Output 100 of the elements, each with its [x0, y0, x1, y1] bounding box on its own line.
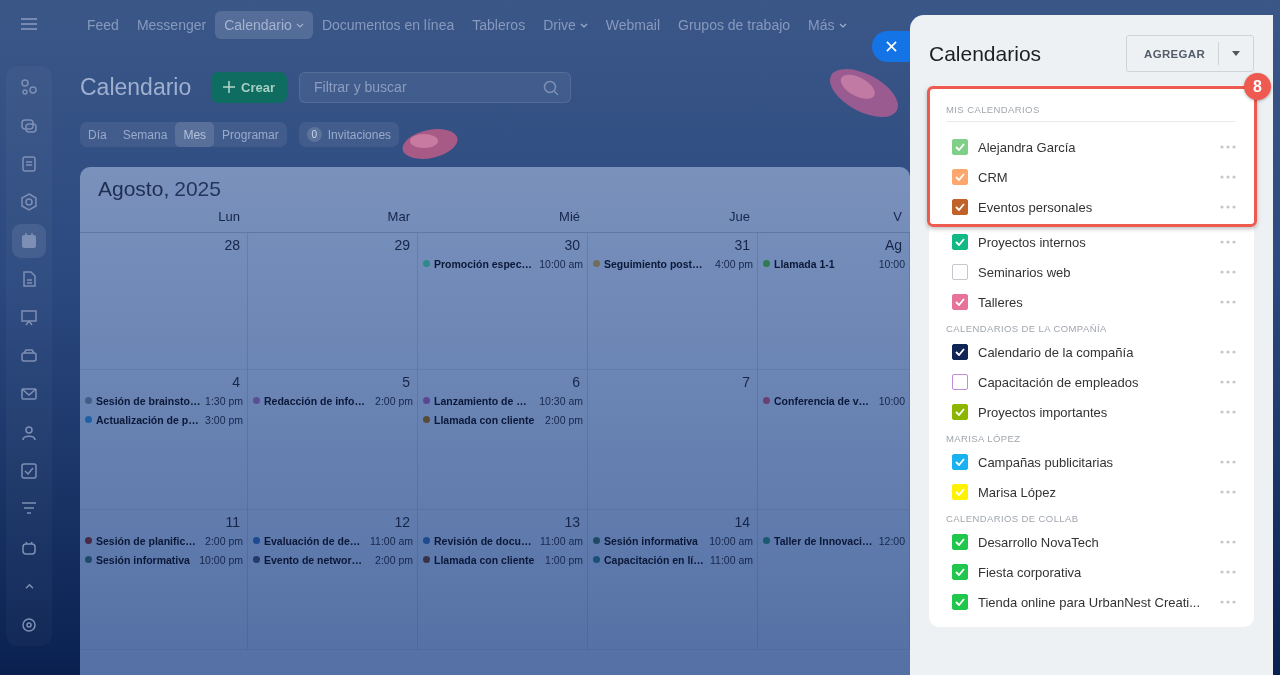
event-item[interactable]: Redacción de info… 2:00 pm — [253, 391, 417, 410]
more-icon[interactable] — [1220, 380, 1236, 384]
event-item[interactable]: Promoción espec… 10:00 am — [423, 254, 587, 273]
view-tab[interactable]: Día — [80, 122, 115, 147]
day-number: 29 — [394, 237, 410, 253]
checkbox[interactable] — [952, 374, 968, 390]
document-icon — [20, 154, 38, 173]
calendar-item[interactable]: Proyectos importantes — [946, 397, 1236, 427]
chat-icon — [20, 116, 38, 135]
day-number: 14 — [734, 514, 750, 530]
caret-up-icon — [24, 582, 34, 590]
day-number: 5 — [402, 374, 410, 390]
calendar-item[interactable]: CRM — [946, 162, 1236, 192]
more-icon[interactable] — [1220, 205, 1236, 209]
calendar-item[interactable]: Fiesta corporativa — [946, 557, 1236, 587]
weekday-label: Jue — [588, 205, 758, 233]
sidebar-item[interactable] — [12, 223, 46, 258]
event-item[interactable]: Llamada con cliente 1:00 pm — [423, 550, 587, 569]
nav-tab[interactable]: Grupos de trabajo — [669, 11, 800, 39]
checkbox[interactable] — [952, 344, 968, 360]
checkbox[interactable] — [952, 404, 968, 420]
calendar-item[interactable]: Calendario de la compañía — [946, 337, 1236, 367]
event-item[interactable]: Llamada 1-1 10:00 — [763, 254, 909, 273]
more-icon[interactable] — [1220, 540, 1236, 544]
nav-tab[interactable]: Más — [799, 11, 856, 39]
event-item[interactable]: Conferencia de v… 10:00 — [763, 391, 909, 410]
checkbox[interactable] — [952, 139, 968, 155]
event-item[interactable]: Lanzamiento de … 10:30 am — [423, 391, 587, 410]
check-icon — [955, 408, 965, 416]
checkbox[interactable] — [952, 454, 968, 470]
nav-tab[interactable]: Documentos en línea — [312, 11, 464, 39]
more-icon[interactable] — [1220, 175, 1236, 179]
checkbox[interactable] — [952, 169, 968, 185]
weekday-label: Mié — [418, 205, 588, 233]
calendar-icon — [20, 231, 38, 250]
nav-tab[interactable]: Tableros — [463, 11, 535, 39]
checkbox[interactable] — [952, 564, 968, 580]
more-icon[interactable] — [1220, 350, 1236, 354]
more-icon[interactable] — [1220, 460, 1236, 464]
more-icon[interactable] — [1220, 570, 1236, 574]
nav-tab[interactable]: Webmail — [596, 11, 669, 39]
event-item[interactable]: Sesión informativa 10:00 pm — [85, 550, 247, 569]
calendar-item[interactable]: Tienda online para UrbanNest Creati... — [946, 587, 1236, 617]
add-button[interactable]: AGREGAR — [1127, 42, 1219, 65]
section-heading: CALENDARIOS DE COLLAB — [946, 512, 1080, 526]
calendar-item[interactable]: Talleres — [946, 287, 1236, 317]
share-icon — [20, 78, 38, 97]
panel-title: Calendarios — [929, 41, 1042, 66]
day-number: 4 — [232, 374, 240, 390]
more-icon[interactable] — [1220, 145, 1236, 149]
more-icon[interactable] — [1220, 300, 1236, 304]
checkbox[interactable] — [952, 594, 968, 610]
day-number: 12 — [394, 514, 410, 530]
view-tab[interactable]: Mes — [175, 122, 215, 147]
calendar-item[interactable]: Marisa López — [946, 477, 1236, 507]
checkbox[interactable] — [952, 294, 968, 310]
more-icon[interactable] — [1220, 240, 1236, 244]
event-item[interactable]: Evaluación de de… 11:00 am — [253, 531, 417, 550]
event-item[interactable]: Sesión informativa 10:00 am — [593, 531, 757, 550]
more-icon[interactable] — [1220, 410, 1236, 414]
more-icon[interactable] — [1220, 490, 1236, 494]
view-tab[interactable]: Semana — [114, 122, 176, 147]
contacts-icon — [20, 423, 38, 442]
event-item[interactable]: Sesión de planific… 2:00 pm — [85, 531, 247, 550]
event-item[interactable]: Capacitación en lí… 11:00 am — [593, 550, 757, 569]
more-icon[interactable] — [1220, 600, 1236, 604]
task-icon — [20, 462, 38, 481]
nav-tab[interactable]: Feed — [78, 11, 128, 39]
event-item[interactable]: Evento de networ… 2:00 pm — [253, 550, 417, 569]
event-item[interactable]: Sesión de brainsto… 1:30 pm — [85, 391, 247, 410]
check-icon — [955, 538, 965, 546]
day-number: Ag — [884, 237, 902, 253]
day-number: 13 — [564, 514, 580, 530]
weekday-label: Mar — [248, 205, 418, 233]
year-label: 2025 — [174, 177, 221, 200]
calendar-item[interactable]: Proyectos internos — [946, 227, 1236, 257]
create-button[interactable]: Crear — [211, 71, 287, 103]
gear-icon — [20, 615, 38, 634]
nav-tab[interactable]: Calendario — [215, 11, 313, 39]
event-item[interactable]: Actualización de p… 3:00 pm — [85, 410, 247, 429]
calendar-item[interactable]: Desarrollo NovaTech — [946, 527, 1236, 557]
nav-tab[interactable]: Drive — [534, 11, 597, 39]
calendar-item[interactable]: Alejandra García — [946, 132, 1236, 162]
calendar-item[interactable]: Seminarios web — [946, 257, 1236, 287]
checkbox[interactable] — [952, 234, 968, 250]
checkbox[interactable] — [952, 534, 968, 550]
view-tab[interactable]: Programar — [214, 122, 287, 147]
invitations-button[interactable]: 0 Invitaciones — [298, 122, 400, 147]
event-item[interactable]: Seguimiento post… 4:00 pm — [593, 254, 757, 273]
menu-icon[interactable] — [21, 18, 37, 30]
calendar-item[interactable]: Capacitación de empleados — [946, 367, 1236, 397]
more-icon[interactable] — [1220, 270, 1236, 274]
event-item[interactable]: Llamada con cliente 2:00 pm — [423, 410, 587, 429]
calendar-item[interactable]: Campañas publicitarias — [946, 447, 1236, 477]
nav-tab[interactable]: Messenger — [127, 11, 216, 39]
calendar-item[interactable]: Eventos personales — [946, 192, 1236, 222]
event-item[interactable]: Taller de Innovaci… 12:00 — [763, 531, 909, 550]
day-number: 28 — [224, 237, 240, 253]
checkbox[interactable] — [952, 199, 968, 215]
event-item[interactable]: Revisión de docu… 11:00 am — [423, 531, 587, 550]
